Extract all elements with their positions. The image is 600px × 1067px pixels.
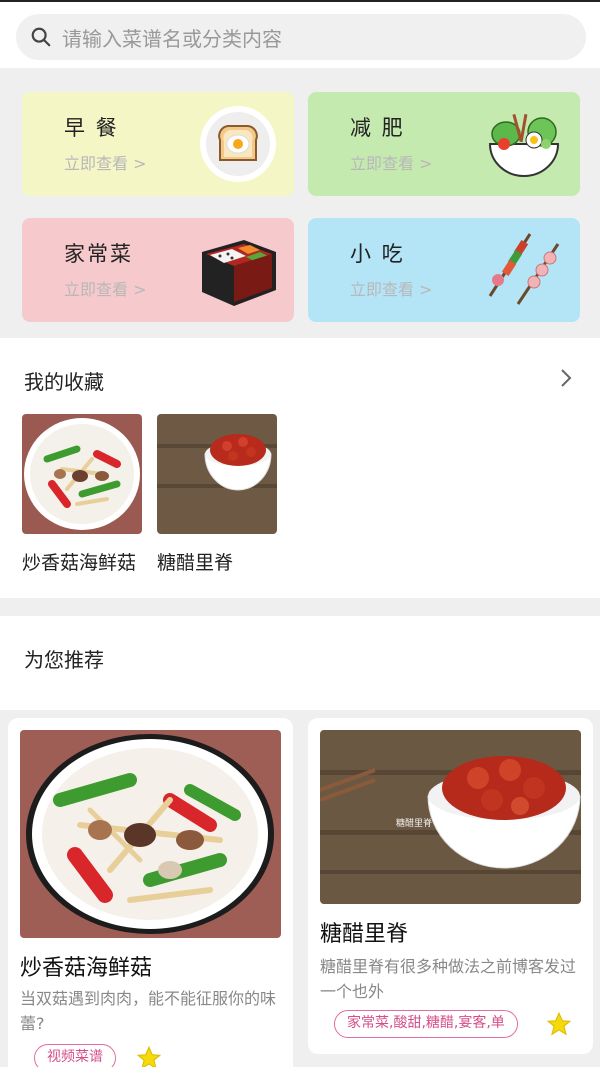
favorite-label[interactable]: 糖醋里脊 — [157, 548, 233, 575]
recipe-card[interactable]: 糖醋里脊 糖醋里脊 糖醋里脊有很多种做法之前博客发过一个也外 家常菜,酸甜,糖醋… — [308, 718, 593, 1054]
recipe-desc: 糖醋里脊有很多种做法之前博客发过一个也外 — [320, 957, 577, 1001]
category-action: 立即查看 > — [350, 154, 433, 173]
recipe-image — [20, 730, 281, 938]
category-name: 减 肥 — [350, 116, 405, 140]
chevron-right-icon[interactable] — [558, 366, 574, 390]
recipe-tag[interactable]: 家常菜,酸甜,糖醋,宴客,单 — [334, 1010, 518, 1038]
star-icon[interactable] — [136, 1045, 162, 1067]
category-name: 小 吃 — [350, 242, 405, 266]
bento-box-icon — [202, 240, 276, 306]
category-snacks[interactable]: 小 吃 立即查看 > — [308, 218, 580, 322]
recipe-tag[interactable]: 视频菜谱 — [34, 1044, 116, 1067]
recipe-title: 糖醋里脊 — [320, 922, 409, 947]
favorites-title: 我的收藏 — [24, 370, 104, 394]
search-placeholder: 请输入菜谱名或分类内容 — [62, 26, 282, 51]
skewer-icon — [488, 233, 560, 305]
search-input[interactable]: 请输入菜谱名或分类内容 — [16, 14, 586, 60]
recommend-title: 为您推荐 — [24, 648, 104, 672]
recipe-image: 糖醋里脊 — [320, 730, 581, 904]
sweet-sour-pork-image: 糖醋里脊 — [320, 730, 581, 904]
category-homestyle[interactable]: 家常菜 立即查看 > — [22, 218, 294, 322]
category-action: 立即查看 > — [350, 280, 433, 299]
category-action: 立即查看 > — [64, 154, 147, 173]
category-action: 立即查看 > — [64, 280, 147, 299]
favorite-thumb-pork[interactable] — [157, 414, 277, 534]
recipe-card[interactable]: 炒香菇海鲜菇 当双菇遇到肉肉，能不能征服你的味蕾? 视频菜谱 — [8, 718, 293, 1067]
mushroom-dish-image — [22, 414, 142, 534]
favorites-section: 我的收藏 炒香菇海鲜菇 糖醋里脊 — [0, 338, 600, 598]
mushroom-dish-image — [20, 730, 281, 938]
search-icon — [31, 27, 51, 47]
search-bar: 请输入菜谱名或分类内容 — [0, 0, 600, 68]
star-icon[interactable] — [546, 1011, 572, 1037]
favorite-label[interactable]: 炒香菇海鲜菇 — [22, 548, 136, 575]
salad-bowl-icon — [488, 113, 560, 177]
recipe-title: 炒香菇海鲜菇 — [20, 956, 153, 981]
category-name: 家常菜 — [64, 242, 133, 266]
category-name: 早 餐 — [64, 116, 119, 140]
category-breakfast[interactable]: 早 餐 立即查看 > — [22, 92, 294, 196]
favorite-thumb-mushroom[interactable] — [22, 414, 142, 534]
svg-text:糖醋里脊: 糖醋里脊 — [396, 817, 432, 829]
category-grid: 早 餐 立即查看 > 减 肥 立即查看 > 家常菜 立即查看 > 小 吃 立即查… — [0, 68, 600, 338]
category-diet[interactable]: 减 肥 立即查看 > — [308, 92, 580, 196]
toast-egg-icon — [200, 106, 276, 182]
recommend-section: 为您推荐 — [0, 616, 600, 710]
recipe-desc: 当双菇遇到肉肉，能不能征服你的味蕾? — [20, 989, 277, 1033]
sweet-sour-pork-image — [157, 414, 277, 534]
